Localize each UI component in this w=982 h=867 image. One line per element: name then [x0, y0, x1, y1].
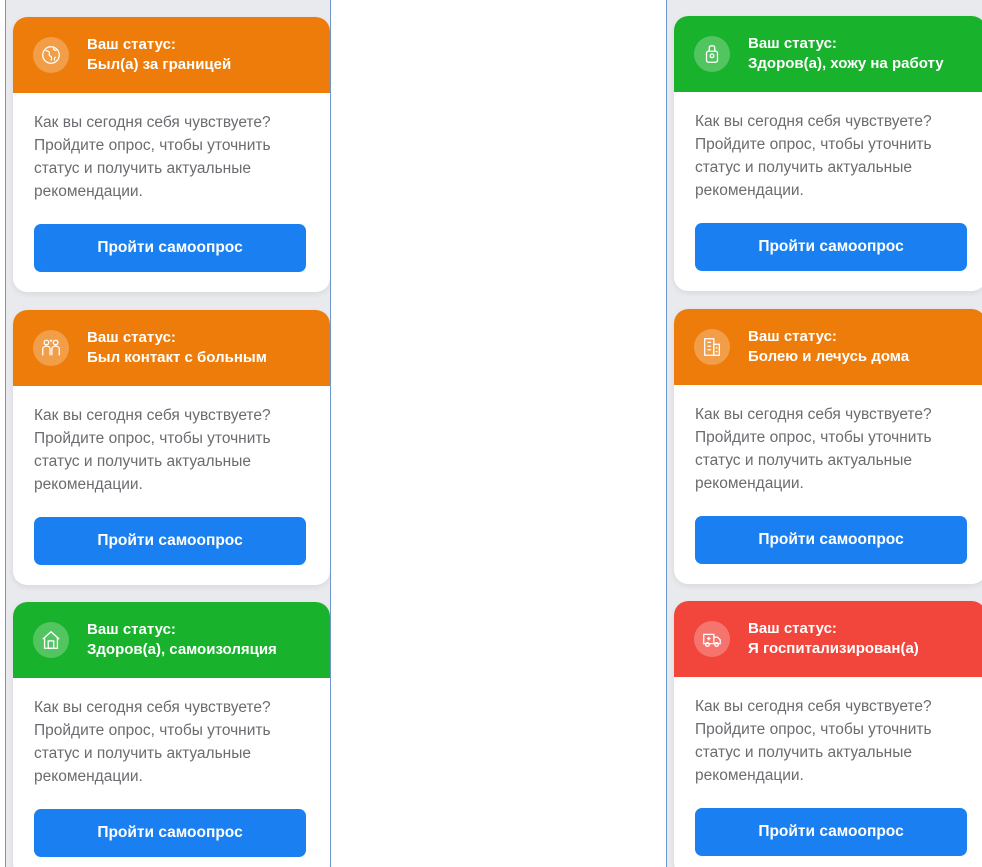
status-header: Ваш статус: Был контакт с больным — [13, 310, 330, 386]
status-label: Ваш статус: — [87, 329, 176, 346]
status-card-abroad: Ваш статус: Был(а) за границей Как вы се… — [13, 17, 330, 292]
people-contact-icon — [33, 330, 69, 366]
badge-icon — [694, 36, 730, 72]
status-header: Ваш статус: Я госпитализирован(а) — [674, 601, 982, 677]
card-description: Как вы сегодня себя чувствуете? Пройдите… — [34, 699, 271, 785]
take-survey-button[interactable]: Пройти самоопрос — [34, 517, 306, 565]
status-label: Ваш статус: — [748, 35, 837, 52]
status-value: Я госпитализирован(а) — [748, 640, 919, 657]
status-label: Ваш статус: — [87, 36, 176, 53]
card-description: Как вы сегодня себя чувствуете? Пройдите… — [695, 406, 932, 492]
status-value: Здоров(а), хожу на работу — [748, 55, 944, 72]
status-value: Здоров(а), самоизоляция — [87, 641, 277, 658]
card-description: Как вы сегодня себя чувствуете? Пройдите… — [695, 698, 932, 784]
left-card-column: Ваш статус: Был(а) за границей Как вы се… — [5, 0, 331, 867]
status-card-hospitalized: Ваш статус: Я госпитализирован(а) Как вы… — [674, 601, 982, 867]
status-card-working: Ваш статус: Здоров(а), хожу на работу Ка… — [674, 16, 982, 291]
take-survey-button[interactable]: Пройти самоопрос — [34, 809, 306, 857]
status-value: Болею и лечусь дома — [748, 348, 910, 365]
card-description: Как вы сегодня себя чувствуете? Пройдите… — [34, 407, 271, 493]
status-label: Ваш статус: — [87, 621, 176, 638]
card-description: Как вы сегодня себя чувствуете? Пройдите… — [695, 113, 932, 199]
take-survey-button[interactable]: Пройти самоопрос — [695, 223, 967, 271]
status-label: Ваш статус: — [748, 620, 837, 637]
status-card-contact: Ваш статус: Был контакт с больным Как вы… — [13, 310, 330, 585]
status-value: Был контакт с больным — [87, 349, 267, 366]
status-header: Ваш статус: Болею и лечусь дома — [674, 309, 982, 385]
right-card-column: Ваш статус: Здоров(а), хожу на работу Ка… — [666, 0, 982, 867]
take-survey-button[interactable]: Пройти самоопрос — [695, 516, 967, 564]
status-header: Ваш статус: Был(а) за границей — [13, 17, 330, 93]
building-icon — [694, 329, 730, 365]
take-survey-button[interactable]: Пройти самоопрос — [695, 808, 967, 856]
take-survey-button[interactable]: Пройти самоопрос — [34, 224, 306, 272]
status-card-self-isolation: Ваш статус: Здоров(а), самоизоляция Как … — [13, 602, 330, 867]
house-icon — [33, 622, 69, 658]
status-header: Ваш статус: Здоров(а), хожу на работу — [674, 16, 982, 92]
status-card-sick-at-home: Ваш статус: Болею и лечусь дома Как вы с… — [674, 309, 982, 584]
status-header: Ваш статус: Здоров(а), самоизоляция — [13, 602, 330, 678]
status-value: Был(а) за границей — [87, 56, 232, 73]
globe-icon — [33, 37, 69, 73]
card-description: Как вы сегодня себя чувствуете? Пройдите… — [34, 114, 271, 200]
ambulance-icon — [694, 621, 730, 657]
status-label: Ваш статус: — [748, 328, 837, 345]
